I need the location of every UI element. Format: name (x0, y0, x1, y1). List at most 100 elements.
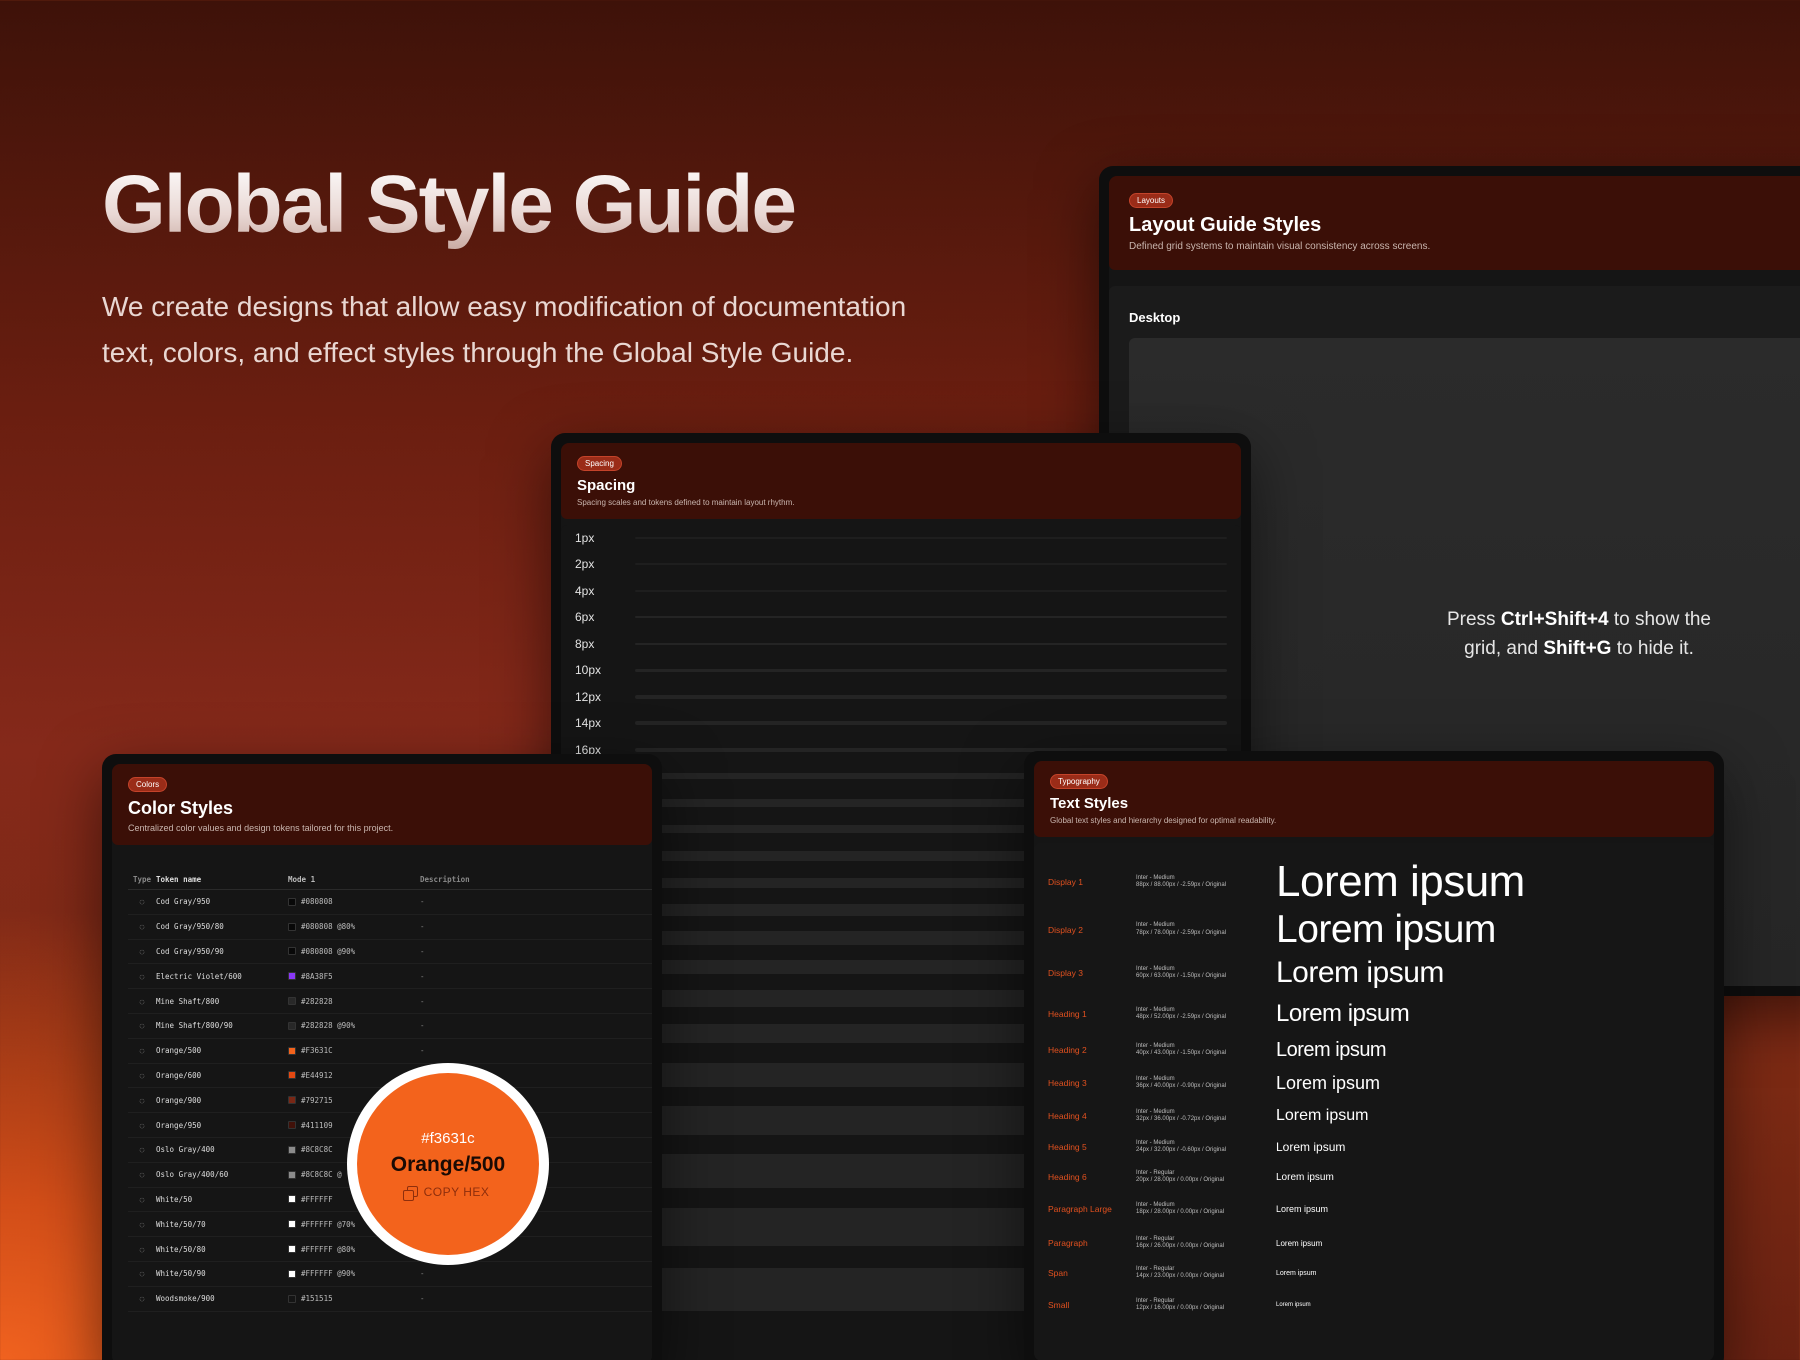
token-description: - (420, 971, 425, 981)
col-description: Description (420, 875, 470, 884)
desktop-label: Desktop (1129, 310, 1181, 325)
text-style-row: Display 3 Inter - Medium 60px / 63.00px / … (1048, 955, 1714, 991)
style-metrics: 32px / 36.00px / -0.72px / Original (1136, 1116, 1227, 1122)
spacing-bar (635, 563, 1227, 565)
token-hex: #FFFFFF (301, 1194, 333, 1204)
token-description: - (420, 922, 425, 932)
text-style-row: Span Inter - Regular 14px / 23.00px / 0.00… (1048, 1263, 1714, 1283)
col-token-name: Token name (156, 875, 202, 884)
style-metrics: 40px / 43.00px / -1.50px / Original (1136, 1050, 1227, 1056)
style-sample: Lorem ipsum (1276, 1140, 1346, 1154)
style-sample: Lorem ipsum (1276, 1171, 1334, 1183)
style-name: Heading 3 (1048, 1078, 1087, 1088)
layout-card-header: Layouts Layout Guide Styles Defined grid… (1109, 176, 1800, 270)
token-hex: #FFFFFF @80% (301, 1244, 356, 1254)
token-hex: #080808 @80% (301, 922, 356, 932)
token-name: White/50/70 (156, 1219, 206, 1229)
color-card-title: Color Styles (128, 798, 234, 818)
style-sample: Lorem ipsum (1276, 907, 1496, 951)
token-hex: #080808 (301, 897, 333, 907)
token-description: - (420, 996, 425, 1006)
spacing-row: 8px (575, 637, 1227, 651)
table-row[interactable]: ◌ Mine Shaft/800 #282828 - (128, 989, 652, 1014)
show-grid-shortcut: Ctrl+Shift+4 (1500, 609, 1609, 630)
col-type: Type (132, 875, 152, 884)
style-spec: Inter - Medium 48px / 52.00px / -2.59px /… (1136, 1007, 1276, 1022)
spacing-pill: Spacing (577, 456, 622, 471)
style-font: Inter - Medium (1136, 1139, 1175, 1146)
style-metrics: 24px / 32.00px / -0.60px / Original (1136, 1147, 1227, 1153)
table-row[interactable]: ◌ Electric Violet/600 #8A38F5 - (128, 964, 652, 990)
copy-hex-button[interactable]: COPY HEX (402, 1184, 490, 1201)
spacing-bar (635, 590, 1227, 592)
spacing-card-title: Spacing (577, 477, 636, 494)
style-font: Inter - Regular (1136, 1297, 1175, 1304)
table-row[interactable]: ◌ Cod Gray/950/90 #080808 @90% - (128, 940, 652, 965)
token-description: - (420, 1021, 425, 1031)
grid-shortcut-tip: Press Ctrl+Shift+4 to show the grid, and… (1446, 609, 1711, 659)
token-hex: #8C8C8C @ (301, 1170, 342, 1180)
table-row[interactable]: ◌ Mine Shaft/800/90 #282828 @90% - (128, 1014, 652, 1039)
color-detail-badge: #f3631c Orange/500 COPY HEX (347, 1063, 549, 1265)
style-name: Display 2 (1048, 924, 1083, 935)
style-spec: Inter - Medium 32px / 36.00px / -0.72px /… (1136, 1109, 1276, 1124)
text-style-row: Heading 3 Inter - Medium 36px / 40.00px / … (1048, 1071, 1714, 1095)
style-name: Span (1048, 1268, 1068, 1278)
style-name: Heading 2 (1048, 1045, 1087, 1055)
style-sample: Lorem ipsum (1276, 1072, 1381, 1093)
color-swatch (288, 1220, 296, 1229)
spacing-label: 12px (575, 690, 602, 704)
token-name: Orange/600 (156, 1070, 202, 1080)
token-value: #282828 @90% (288, 1021, 420, 1030)
droplet-icon: ◌ (139, 971, 145, 981)
style-sample: Lorem ipsum (1276, 1204, 1329, 1214)
style-spec: Inter - Medium 78px / 78.00px / -2.59px /… (1136, 922, 1276, 937)
token-name: Cod Gray/950 (156, 897, 211, 907)
page-title: Global Style Guide (102, 159, 797, 250)
style-spec: Inter - Medium 18px / 28.00px / 0.00px / … (1136, 1202, 1276, 1217)
spacing-label: 4px (575, 584, 595, 598)
style-font: Inter - Medium (1136, 965, 1175, 972)
droplet-icon: ◌ (139, 1145, 145, 1155)
table-row[interactable]: ◌ Orange/500 #F3631C - (128, 1039, 652, 1064)
token-value: #8A38F5 (288, 972, 420, 981)
style-font: Inter - Medium (1136, 874, 1175, 881)
token-value: #080808 @90% (288, 947, 420, 956)
token-value: #151515 (288, 1294, 420, 1303)
droplet-icon: ◌ (139, 1244, 145, 1254)
text-style-row: Heading 6 Inter - Regular 20px / 28.00px /… (1048, 1167, 1714, 1187)
text-style-row: Heading 2 Inter - Medium 40px / 43.00px / … (1048, 1037, 1714, 1063)
table-row[interactable]: ◌ Cod Gray/950/80 #080808 @80% - (128, 915, 652, 940)
color-swatch (288, 897, 296, 906)
style-name: Display 3 (1048, 968, 1083, 978)
droplet-icon: ◌ (139, 996, 145, 1006)
copy-hex-label: COPY HEX (423, 1184, 490, 1199)
token-name: Cod Gray/950/90 (156, 946, 224, 956)
token-name: White/50 (156, 1194, 193, 1204)
text-style-row: Heading 1 Inter - Medium 48px / 52.00px / … (1048, 999, 1714, 1029)
text-style-row: Small Inter - Regular 12px / 16.00px / 0.0… (1048, 1295, 1714, 1315)
table-row[interactable]: ◌ White/50/90 #FFFFFF @90% - (128, 1262, 652, 1287)
style-name: Heading 4 (1048, 1111, 1087, 1121)
style-spec: Inter - Medium 36px / 40.00px / -0.90px /… (1136, 1076, 1276, 1091)
style-sample: Lorem ipsum (1276, 1269, 1317, 1277)
droplet-icon: ◌ (139, 1046, 145, 1056)
table-row[interactable]: ◌ Cod Gray/950 #080808 - (128, 890, 652, 915)
style-name: Heading 6 (1048, 1172, 1087, 1182)
spacing-bar (635, 668, 1227, 672)
text-styles-card: Typography Text Styles Global text style… (1024, 751, 1724, 1360)
droplet-icon: ◌ (139, 1095, 145, 1105)
token-hex: #282828 @90% (301, 1021, 356, 1031)
table-row[interactable]: ◌ Woodsmoke/900 #151515 - (128, 1287, 652, 1312)
token-name: Mine Shaft/800 (156, 996, 220, 1006)
droplet-icon: ◌ (139, 1269, 145, 1279)
style-sample: Lorem ipsum (1276, 1038, 1387, 1061)
token-hex: #282828 (301, 996, 333, 1006)
droplet-icon: ◌ (139, 1219, 145, 1229)
color-swatch (288, 1294, 296, 1303)
droplet-icon: ◌ (139, 1070, 145, 1080)
color-swatch (288, 997, 296, 1006)
style-name: Heading 5 (1048, 1142, 1087, 1152)
droplet-icon: ◌ (139, 1294, 145, 1304)
spacing-row: 4px (575, 584, 1227, 598)
